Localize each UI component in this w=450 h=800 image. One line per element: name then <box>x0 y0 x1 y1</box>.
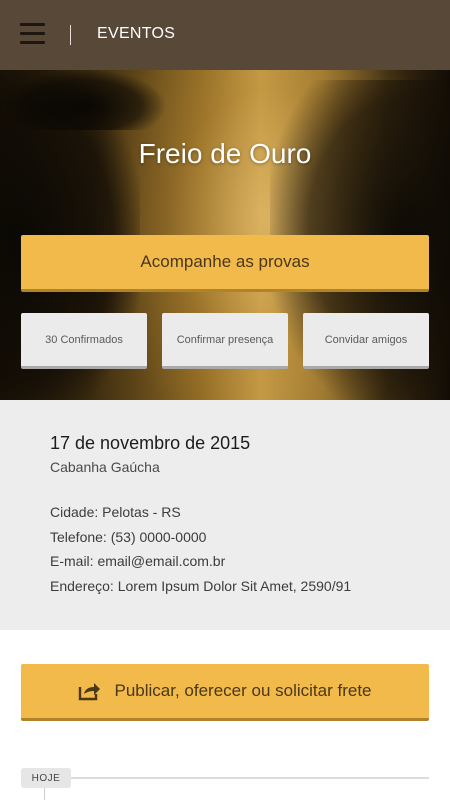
confirmed-count-button[interactable]: 30 Confirmados <box>21 313 147 369</box>
event-date: 17 de novembro de 2015 <box>50 433 251 453</box>
publish-freight-label: Publicar, oferecer ou solicitar frete <box>114 681 372 700</box>
top-app-bar: EVENTOS <box>0 0 450 70</box>
share-icon <box>79 683 101 701</box>
confirm-presence-button[interactable]: Confirmar presença <box>162 313 288 369</box>
event-hero: Freio de Ouro Acompanhe as provas 30 Con… <box>0 70 450 400</box>
publish-freight-button[interactable]: Publicar, oferecer ou solicitar frete <box>21 664 429 721</box>
follow-events-button[interactable]: Acompanhe as provas <box>21 235 429 292</box>
header-divider <box>70 25 71 45</box>
hamburger-menu-icon[interactable] <box>20 23 46 47</box>
timeline-divider <box>60 777 429 779</box>
event-info-section: 17 de novembro de 2015 Cabanha Gaúcha Ci… <box>0 400 450 630</box>
today-badge: HOJE <box>21 768 71 788</box>
page-title: EVENTOS <box>97 25 176 42</box>
event-city: Cidade: Pelotas - RS <box>50 504 181 520</box>
event-title: Freio de Ouro <box>138 138 312 169</box>
invite-friends-button[interactable]: Convidar amigos <box>303 313 429 369</box>
event-address: Endereço: Lorem Ipsum Dolor Sit Amet, 25… <box>50 578 352 594</box>
timeline-connector <box>44 786 45 800</box>
event-venue: Cabanha Gaúcha <box>50 459 160 475</box>
event-phone[interactable]: Telefone: (53) 0000-0000 <box>50 529 206 545</box>
event-email[interactable]: E-mail: email@email.com.br <box>50 553 225 569</box>
hero-silhouette-hat <box>5 70 165 130</box>
